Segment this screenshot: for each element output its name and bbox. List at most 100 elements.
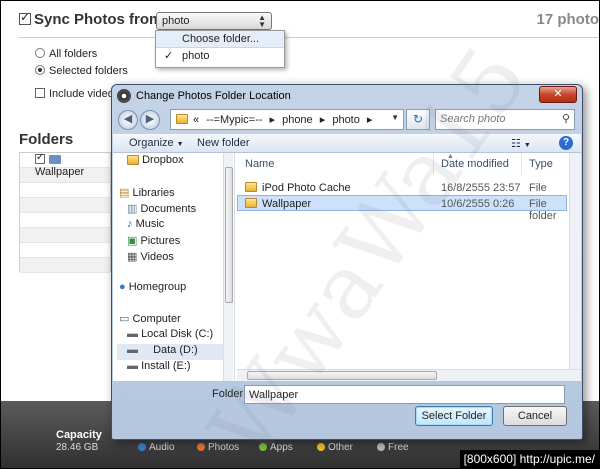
nav-item-computer[interactable]: ▭ Computer [119,312,229,328]
folder-icon [176,114,188,124]
nav-item-music[interactable]: ♪ Music [127,218,234,234]
file-list-vscrollbar[interactable] [569,153,581,369]
nav-scrollbar-thumb[interactable] [225,167,233,303]
include-videos-label: Include videos [49,88,120,100]
nav-item-libraries[interactable]: ▤ Libraries [119,186,229,202]
menu-item-choose-folder[interactable]: Choose folder... [156,31,284,48]
caret-down-icon: ▼ [523,142,531,149]
chevron-down-icon[interactable]: ▼ [391,113,399,122]
forward-button[interactable]: ▶ [140,110,160,130]
music-icon: ♪ [127,218,133,230]
selected-folders-option[interactable]: Selected folders [35,65,128,77]
legend-dot-icon [259,443,267,451]
nav-item-data-drive[interactable]: ▬ Data (D:) [117,344,223,360]
legend-label: Apps [270,442,293,453]
file-type: File folder [529,198,557,222]
menu-item-label: photo [182,50,210,62]
legend-dot-icon [197,443,205,451]
hscrollbar-thumb[interactable] [247,371,437,380]
folder-list: Wallpaper [19,152,111,273]
select-folder-button[interactable]: Select Folder [415,406,493,426]
cancel-button[interactable]: Cancel [503,406,567,426]
sync-header: Sync Photos from photo ▲▼ 17 photo [1,1,600,41]
chevron-right-icon[interactable]: ▸ [367,114,373,126]
upic-footer-tag: [800x600] http://upic.me/ [459,450,599,468]
select-arrows-icon: ▲ ▼ [258,13,266,29]
search-input[interactable]: Search photo ⚲ [435,109,575,130]
folder-field-label: Folder: [212,388,247,400]
nav-item-videos[interactable]: ▦ Videos [127,250,234,266]
view-options-button[interactable]: ☷ ▼ [511,137,531,150]
nav-item-homegroup[interactable]: ● Homegroup [119,281,229,297]
folder-list-item[interactable]: Wallpaper [20,152,110,178]
dialog-title: Change Photos Folder Location [136,90,291,102]
sync-source-select[interactable]: photo ▲ ▼ [156,12,272,30]
column-header-date[interactable]: Date modified [441,153,509,175]
nav-item-label: Computer [132,313,181,325]
column-divider[interactable] [521,153,522,175]
all-folders-radio[interactable] [35,48,45,58]
file-date: 10/6/2555 0:26 [441,198,515,210]
videos-icon: ▦ [127,251,138,263]
folder-name-input[interactable]: Wallpaper [244,385,565,404]
include-videos-option[interactable]: Include videos [35,88,119,100]
folder-checkbox[interactable] [35,152,45,164]
selected-folders-radio[interactable] [35,65,45,75]
chevron-right-icon[interactable]: ▸ [320,114,326,126]
legend-label: Audio [149,442,175,453]
refresh-button[interactable]: ↻ [406,109,430,130]
nav-item-label: Music [135,218,165,230]
dropbox-folder-icon [127,155,139,165]
file-row-selected[interactable]: Wallpaper 10/6/2555 0:26 File folder [237,195,567,222]
help-icon[interactable]: ? [559,136,573,150]
selected-folders-label: Selected folders [49,65,128,77]
column-header-name[interactable]: Name [245,153,274,175]
menu-item-photo[interactable]: ✓ photo [156,48,284,65]
column-header-type[interactable]: Type [529,153,553,175]
sync-photos-checkbox[interactable] [19,10,31,25]
drive-icon: ▬ [127,344,138,356]
legend-audio: Audio [138,442,175,453]
nav-item-pictures[interactable]: ▣ Pictures [127,234,234,250]
nav-item-dropbox[interactable]: Dropbox [127,154,234,170]
search-placeholder: Search photo [440,113,506,125]
nav-item-label: Homegroup [128,281,187,293]
navigation-pane: Dropbox ▤ Libraries ▥ Documents ♪ Music … [113,153,235,381]
breadcrumb-item[interactable]: phone [282,114,313,126]
legend-label: Photos [208,442,240,453]
breadcrumb-item[interactable]: photo [332,114,360,126]
back-button[interactable]: ◀ [118,110,138,130]
capacity-label: Capacity [56,429,102,441]
computer-icon: ▭ [119,313,130,325]
close-button[interactable]: ✕ [539,86,577,103]
nav-item-install-drive[interactable]: ▬ Install (E:) [127,360,234,376]
photo-count: 17 photo [536,11,600,28]
file-list-hscrollbar[interactable] [237,369,581,381]
nav-scrollbar[interactable] [223,153,233,381]
legend-other: Other [317,442,353,453]
file-row[interactable]: iPod Photo Cache 16/8/2555 23:57 File fo… [237,180,567,206]
nav-item-label: Pictures [140,235,181,247]
legend-label: Free [388,442,409,453]
checkmark-icon: ✓ [164,50,174,62]
all-folders-option[interactable]: All folders [35,48,97,60]
new-folder-button[interactable]: New folder [197,137,250,149]
sync-source-value: photo [162,15,190,27]
nav-item-label: Install (E:) [141,360,191,372]
nav-item-documents[interactable]: ▥ Documents [127,202,234,218]
legend-dot-icon [138,443,146,451]
organize-button[interactable]: Organize ▼ [129,137,184,149]
documents-icon: ▥ [127,203,138,215]
dialog-titlebar[interactable]: Change Photos Folder Location ✕ [112,85,582,107]
breadcrumb-overflow[interactable]: « [193,114,199,126]
breadcrumb-item[interactable]: --=Mypic=-- [206,114,262,126]
address-bar[interactable]: « --=Mypic=-- ▸ phone ▸ photo ▸ ▼ [170,109,404,130]
column-divider[interactable] [433,153,434,175]
header-divider [19,37,599,38]
folder-icon [49,155,61,164]
itunes-window: Sync Photos from photo ▲▼ 17 photo All f… [0,0,600,469]
chevron-right-icon[interactable]: ▸ [269,114,275,126]
folder-icon [245,198,257,208]
include-videos-checkbox[interactable] [35,88,45,98]
nav-item-local-disk[interactable]: ▬ Local Disk (C:) [127,328,234,344]
